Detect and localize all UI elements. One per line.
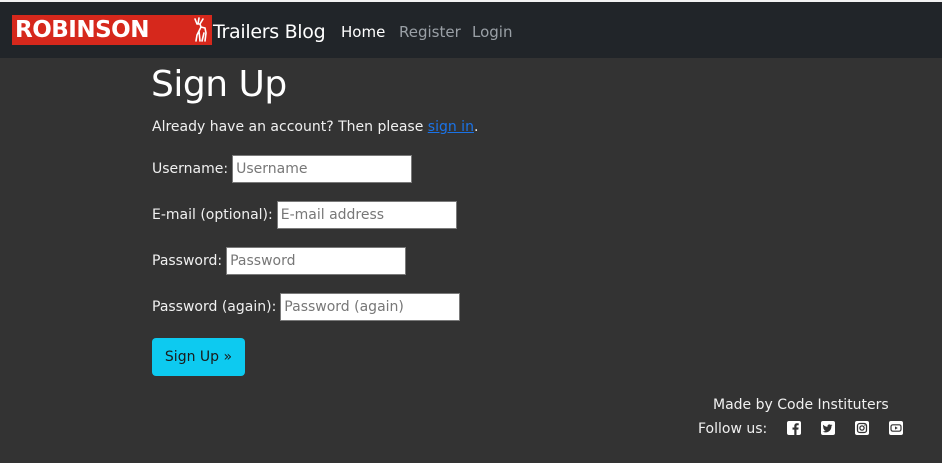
email-row: E-mail (optional):: [152, 200, 457, 230]
page-title: Sign Up: [151, 64, 287, 105]
username-row: Username:: [152, 154, 413, 184]
email-input[interactable]: [276, 201, 457, 229]
password-label: Password:: [152, 253, 223, 269]
made-by-text: Made by Code Instituters: [713, 397, 889, 413]
twitter-icon[interactable]: [821, 421, 835, 435]
follow-us-label: Follow us:: [698, 421, 768, 437]
brand-logo[interactable]: ROBINSON: [12, 15, 212, 45]
sign-in-link[interactable]: sign in: [428, 119, 474, 135]
password-row: Password:: [152, 246, 407, 276]
password-again-input[interactable]: [280, 293, 461, 321]
brand-title[interactable]: Trailers Blog: [213, 19, 326, 45]
username-input[interactable]: [232, 155, 413, 183]
intro-prefix: Already have an account? Then please: [152, 119, 424, 135]
intro-suffix: .: [473, 119, 479, 135]
nav-home-link[interactable]: Home: [341, 22, 385, 42]
password-again-row: Password (again):: [152, 292, 461, 322]
password-again-label: Password (again):: [152, 299, 277, 315]
logo-text: ROBINSON: [15, 17, 149, 43]
password-input[interactable]: [226, 247, 407, 275]
intro-text: Already have an account? Then please sig…: [152, 117, 478, 137]
username-label: Username:: [152, 161, 229, 177]
nav-register-link[interactable]: Register: [399, 22, 461, 42]
nav-login-link[interactable]: Login: [472, 22, 512, 42]
facebook-icon[interactable]: [787, 421, 801, 435]
instagram-icon[interactable]: [855, 421, 869, 435]
deer-logo-icon: [194, 17, 207, 42]
email-label: E-mail (optional):: [152, 207, 273, 223]
sign-up-button[interactable]: Sign Up »: [152, 338, 245, 376]
youtube-icon[interactable]: [889, 421, 903, 435]
navbar: ROBINSON Trailers Blog Home Register Log…: [0, 2, 942, 58]
